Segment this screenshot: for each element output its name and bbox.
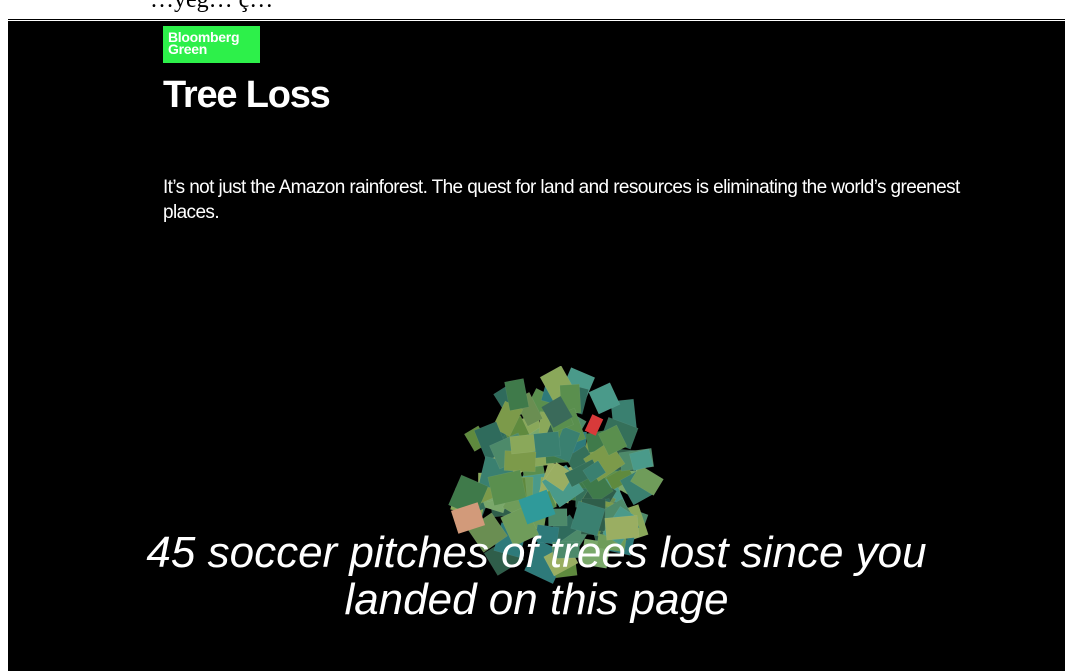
counter-value: 45	[146, 528, 196, 577]
browser-viewport: …yeg… ç… Bloomberg Green Tree Loss It’s …	[0, 0, 1065, 671]
counter-text-line-1: soccer pitches of trees lost since you	[207, 528, 927, 577]
top-divider	[8, 19, 1065, 20]
top-strip: …yeg… ç…	[0, 0, 1065, 20]
page-title: Tree Loss	[163, 74, 331, 116]
top-strip-text: …yeg… ç…	[150, 0, 274, 13]
story-deck: It’s not just the Amazon rainforest. The…	[163, 177, 960, 223]
satellite-tile	[509, 433, 536, 455]
bloomberg-green-logo[interactable]: Bloomberg Green	[163, 26, 260, 63]
satellite-tile	[503, 450, 537, 473]
story-stage: Bloomberg Green Tree Loss It’s not just …	[8, 21, 1065, 671]
tree-loss-counter: 45 soccer pitches of trees lost since yo…	[8, 529, 1065, 623]
counter-text-line-2: landed on this page	[344, 575, 729, 624]
